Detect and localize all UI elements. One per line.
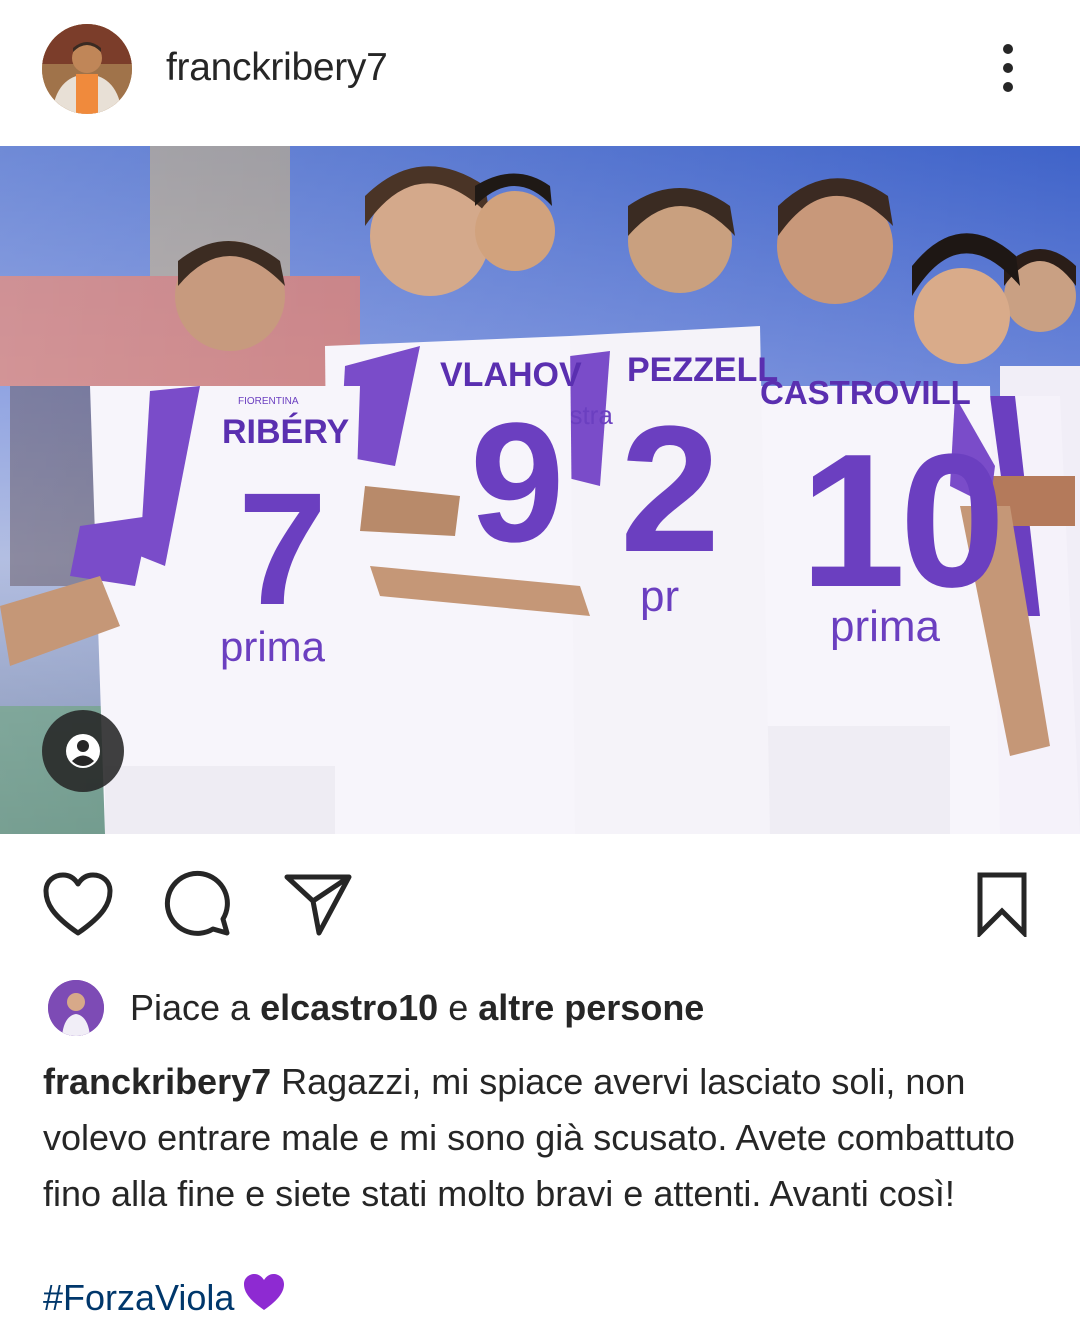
hashtag-link[interactable]: #ForzaViola — [43, 1277, 234, 1318]
caption-username[interactable]: franckribery7 — [43, 1061, 271, 1102]
svg-text:RIBÉRY: RIBÉRY — [222, 413, 350, 451]
comment-icon[interactable] — [162, 868, 234, 940]
svg-text:pr: pr — [640, 572, 679, 621]
action-bar — [0, 834, 1080, 974]
bookmark-icon[interactable] — [966, 868, 1038, 940]
liker-username[interactable]: elcastro10 — [260, 987, 438, 1028]
user-tag-icon[interactable] — [42, 710, 124, 792]
team-celebration-image: CASTROVILL 10 prima PEZZELL 2 pr estra V… — [0, 146, 1080, 834]
svg-text:9: 9 — [470, 388, 565, 578]
likes-text: Piace a elcastro10 e altre persone — [130, 987, 704, 1029]
hashtag-line: #ForzaViola — [43, 1270, 286, 1328]
svg-text:7: 7 — [238, 459, 327, 638]
liker-avatar — [48, 980, 104, 1036]
post-username[interactable]: franckribery7 — [166, 46, 388, 90]
likes-middle: e — [438, 987, 479, 1028]
likes-prefix: Piace a — [130, 987, 261, 1028]
svg-text:2: 2 — [620, 389, 720, 590]
likes-row[interactable]: Piace a elcastro10 e altre persone — [48, 980, 1028, 1036]
likes-others[interactable]: altre persone — [478, 987, 704, 1028]
post-header: franckribery7 — [0, 0, 1080, 146]
purple-heart-icon — [242, 1272, 286, 1328]
svg-text:10: 10 — [800, 415, 999, 627]
svg-text:FIORENTINA: FIORENTINA — [238, 396, 299, 407]
post-caption: franckribery7 Ragazzi, mi spiace avervi … — [43, 1054, 1043, 1222]
svg-text:prima: prima — [220, 623, 326, 670]
svg-text:PEZZELL: PEZZELL — [627, 351, 778, 389]
profile-avatar[interactable] — [42, 24, 132, 114]
more-vertical-icon[interactable] — [990, 40, 1026, 96]
post-photo[interactable]: CASTROVILL 10 prima PEZZELL 2 pr estra V… — [0, 146, 1080, 834]
svg-text:prima: prima — [830, 602, 941, 651]
heart-icon[interactable] — [42, 868, 114, 940]
send-icon[interactable] — [282, 868, 354, 940]
svg-text:CASTROVILL: CASTROVILL — [760, 374, 971, 411]
